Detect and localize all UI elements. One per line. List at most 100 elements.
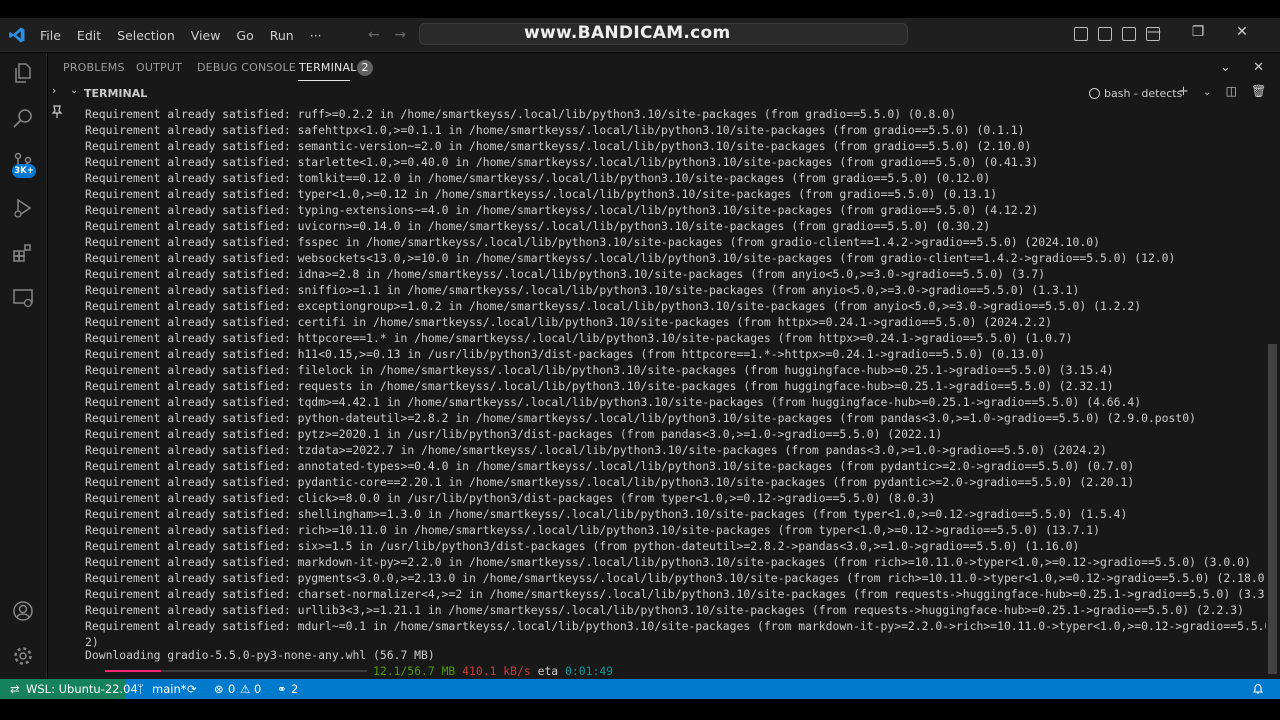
- terminal-line: Requirement already satisfied: websocket…: [85, 251, 1176, 265]
- chevron-down-icon[interactable]: ⌄: [1220, 60, 1231, 75]
- warning-icon: ⚠: [240, 682, 251, 696]
- forward-arrow-icon[interactable]: →: [394, 27, 406, 43]
- terminal-line: Requirement already satisfied: fsspec in…: [85, 235, 1100, 249]
- pin-icon[interactable]: [51, 105, 63, 119]
- ports-icon: ⚭: [277, 682, 287, 696]
- remote-icon: ⇄: [10, 682, 20, 696]
- menu-file[interactable]: File: [40, 28, 61, 43]
- progress-rate: 410.1 kB/s: [462, 664, 531, 678]
- download-progress-text: 12.1/56.7 MB 410.1 kB/s eta 0:01:49: [373, 663, 613, 679]
- terminal-line: Requirement already satisfied: requests …: [85, 379, 1114, 393]
- terminal-line: Requirement already satisfied: uvicorn>=…: [85, 219, 991, 233]
- search-icon[interactable]: [11, 106, 35, 130]
- tab-output[interactable]: OUTPUT: [136, 61, 182, 74]
- branch-icon: ᛘ: [137, 682, 144, 696]
- remote-explorer-icon[interactable]: [11, 286, 35, 310]
- menu-selection[interactable]: Selection: [117, 28, 175, 43]
- terminal-line: Requirement already satisfied: pygments<…: [85, 571, 1266, 585]
- terminal-line: Requirement already satisfied: safehttpx…: [85, 123, 1025, 137]
- download-progress-fill: [105, 670, 161, 672]
- terminal-line: Requirement already satisfied: python-da…: [85, 411, 1196, 425]
- status-bar: ⇄ WSL: Ubuntu-22.04 ᛘ main* ⟳ ⊗ 0 ⚠ 0 ⚭ …: [0, 679, 1280, 699]
- terminal-line: Requirement already satisfied: markdown-…: [85, 555, 1251, 569]
- terminal-line: Requirement already satisfied: six>=1.5 …: [85, 539, 1080, 553]
- terminal-line: Requirement already satisfied: click>=8.…: [85, 491, 936, 505]
- terminal-count-badge: 2: [357, 60, 373, 76]
- accounts-icon[interactable]: [11, 599, 35, 623]
- terminal-line: Requirement already satisfied: charset-n…: [85, 587, 1266, 601]
- progress-done: 12.1/56.7 MB: [373, 664, 456, 678]
- sync-icon[interactable]: ⟳: [187, 682, 197, 696]
- terminal-line: Requirement already satisfied: mdurl~=0.…: [85, 619, 1266, 633]
- scrollbar-thumb[interactable]: [1268, 344, 1277, 674]
- terminal-name[interactable]: bash - detects: [1104, 87, 1182, 100]
- tab-problems[interactable]: PROBLEMS: [63, 61, 125, 74]
- settings-gear-icon[interactable]: [11, 644, 35, 668]
- error-icon: ⊗: [214, 682, 224, 696]
- terminal-line: Requirement already satisfied: tqdm>=4.4…: [85, 395, 1142, 409]
- restore-icon[interactable]: ❐: [1176, 24, 1220, 40]
- remote-label[interactable]: WSL: Ubuntu-22.04: [26, 682, 138, 696]
- terminal-line: Requirement already satisfied: exception…: [85, 299, 1142, 313]
- menu-more[interactable]: ···: [310, 28, 322, 43]
- toggle-sidebar-icon[interactable]: [1074, 27, 1088, 41]
- run-debug-icon[interactable]: [11, 196, 35, 220]
- terminal-line: Requirement already satisfied: h11<0.15,…: [85, 347, 1046, 361]
- terminal-process-icon: [1089, 88, 1100, 99]
- terminal-line: Requirement already satisfied: urllib3<3…: [85, 603, 1244, 617]
- terminal-line: Requirement already satisfied: httpcore=…: [85, 331, 1073, 345]
- close-window-icon[interactable]: ✕: [1220, 24, 1264, 40]
- ports-count[interactable]: 2: [291, 682, 298, 696]
- close-panel-icon[interactable]: ✕: [1253, 60, 1264, 75]
- tab-terminal[interactable]: TERMINAL: [299, 61, 357, 74]
- active-tab-indicator: [298, 80, 350, 81]
- nav-arrows: ← →: [368, 27, 416, 43]
- terminal-line: Requirement already satisfied: sniffio>=…: [85, 283, 1080, 297]
- menu-bar: File Edit Selection View Go Run ···: [40, 18, 338, 52]
- terminal-line: Requirement already satisfied: starlette…: [85, 155, 1039, 169]
- bandicam-watermark: www.BANDICAM.com: [524, 23, 731, 43]
- app-frame: File Edit Selection View Go Run ··· ← → …: [0, 0, 1280, 720]
- minimize-icon[interactable]: —: [1132, 24, 1176, 40]
- menu-run[interactable]: Run: [270, 28, 294, 43]
- terminal-line: Requirement already satisfied: idna>=2.8…: [85, 267, 1046, 281]
- terminal-line: Requirement already satisfied: typing-ex…: [85, 203, 1039, 217]
- terminal-line: Requirement already satisfied: rich>=10.…: [85, 523, 1100, 537]
- collapse-chevron-icon[interactable]: ⌄: [70, 85, 78, 96]
- back-arrow-icon[interactable]: ←: [368, 27, 380, 43]
- branch-name[interactable]: main*: [152, 682, 186, 696]
- terminal-dropdown-icon[interactable]: ⌄: [1203, 87, 1211, 98]
- terminal-line: Requirement already satisfied: pytz>=202…: [85, 427, 943, 441]
- tab-debug-console[interactable]: DEBUG CONSOLE: [197, 61, 296, 74]
- chevron-right-icon[interactable]: ›: [52, 84, 56, 97]
- menu-view[interactable]: View: [191, 28, 221, 43]
- error-count[interactable]: 0: [228, 682, 235, 696]
- terminal-line: Requirement already satisfied: certifi i…: [85, 315, 1052, 329]
- menu-edit[interactable]: Edit: [77, 28, 101, 43]
- letterbox-bottom: [0, 699, 1280, 720]
- toggle-panel-icon[interactable]: [1098, 27, 1112, 41]
- kill-terminal-trash-icon[interactable]: 🗑: [1251, 84, 1266, 98]
- terminal-gutter: [48, 104, 68, 679]
- extensions-icon[interactable]: [11, 241, 35, 265]
- split-terminal-icon[interactable]: ◫: [1226, 84, 1237, 98]
- source-control-badge: 3K+: [12, 164, 36, 178]
- notifications-bell-icon[interactable]: [1252, 683, 1264, 695]
- progress-eta: 0:01:49: [565, 664, 614, 678]
- activity-bar: [0, 53, 47, 679]
- terminal-section-title: TERMINAL: [84, 87, 148, 100]
- warning-count[interactable]: 0: [254, 682, 261, 696]
- new-terminal-plus-icon[interactable]: +: [1178, 84, 1189, 99]
- explorer-icon[interactable]: [11, 61, 35, 85]
- vscode-logo-icon: [9, 27, 25, 43]
- terminal-output[interactable]: Requirement already satisfied: ruff>=0.2…: [68, 104, 1266, 679]
- terminal-line: Requirement already satisfied: tzdata>=2…: [85, 443, 1107, 457]
- menu-go[interactable]: Go: [236, 28, 253, 43]
- terminal-line: Requirement already satisfied: shellingh…: [85, 507, 1128, 521]
- terminal-line: Requirement already satisfied: pydantic-…: [85, 475, 1135, 489]
- terminal-line: Requirement already satisfied: semantic-…: [85, 139, 1032, 153]
- terminal-line: Requirement already satisfied: annotated…: [85, 459, 1135, 473]
- progress-eta-label: eta: [537, 664, 559, 678]
- terminal-line-download: Downloading gradio-5.5.0-py3-none-any.wh…: [85, 648, 435, 662]
- terminal-line: Requirement already satisfied: ruff>=0.2…: [85, 107, 956, 121]
